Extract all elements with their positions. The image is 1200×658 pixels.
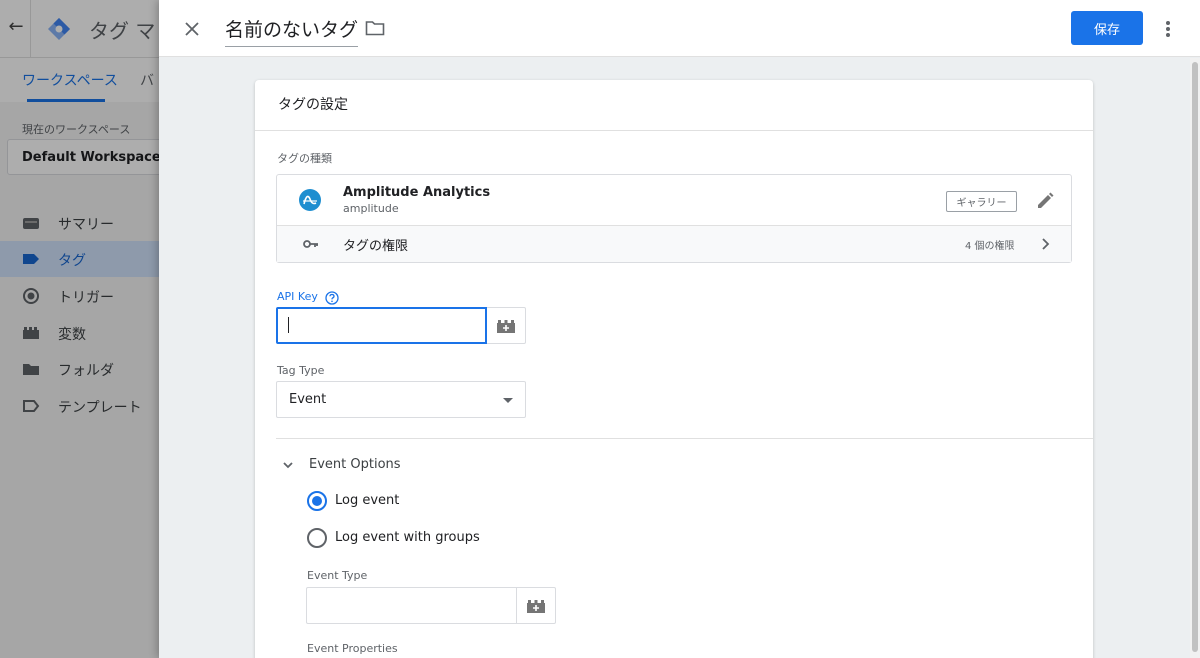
help-icon[interactable] <box>325 291 339 305</box>
radio-log-event[interactable] <box>307 491 327 511</box>
tag-type-field-label: Tag Type <box>277 364 325 377</box>
api-key-field-wrap <box>276 307 487 344</box>
radio-label[interactable]: Log event with groups <box>335 530 480 545</box>
tag-type-select-value: Event <box>289 392 327 407</box>
dropdown-arrow-icon <box>503 398 513 403</box>
tag-name-field[interactable]: 名前のないタグ <box>225 15 359 47</box>
tag-config-card: タグの設定 タグの種類 Amplitude Analytics amplitud… <box>255 80 1093 658</box>
key-icon <box>303 240 318 248</box>
divider <box>255 130 1093 131</box>
event-options-title[interactable]: Event Options <box>309 457 401 472</box>
permissions-label: タグの権限 <box>343 239 409 254</box>
amplitude-logo-icon <box>299 189 321 211</box>
insert-variable-button[interactable] <box>517 587 556 624</box>
variable-icon <box>527 600 545 613</box>
tag-type-name: Amplitude Analytics <box>343 185 491 200</box>
folder-icon[interactable] <box>365 20 385 36</box>
radio-label[interactable]: Log event <box>335 493 399 508</box>
save-button[interactable]: 保存 <box>1071 11 1143 45</box>
tag-type-select[interactable]: Event <box>276 381 526 418</box>
edit-icon[interactable] <box>1035 191 1055 211</box>
card-title: タグの設定 <box>278 97 348 113</box>
variable-icon <box>497 320 515 333</box>
chevron-right-icon <box>1042 238 1050 250</box>
chevron-down-icon[interactable] <box>281 458 295 472</box>
api-key-input[interactable] <box>276 307 487 344</box>
api-key-label: API Key <box>277 290 318 303</box>
drawer-header: 名前のないタグ 保存 <box>159 0 1200 57</box>
close-icon[interactable] <box>179 16 205 42</box>
tag-type-id: amplitude <box>343 202 399 215</box>
radio-log-event-with-groups[interactable] <box>307 528 327 548</box>
more-vert-icon[interactable] <box>1159 16 1177 42</box>
gallery-button[interactable]: ギャラリー <box>946 191 1017 212</box>
insert-variable-button[interactable] <box>487 307 526 344</box>
scrollbar-thumb[interactable] <box>1192 62 1198 652</box>
event-properties-label: Event Properties <box>307 642 398 655</box>
permissions-count: 4 個の権限 <box>965 241 1015 252</box>
text-caret <box>288 317 289 333</box>
event-type-input[interactable] <box>306 587 517 624</box>
tag-permissions-row[interactable]: タグの権限 4 個の権限 <box>277 226 1071 262</box>
event-type-label: Event Type <box>307 569 368 582</box>
tag-type-box[interactable]: Amplitude Analytics amplitude ギャラリー タグの権… <box>276 174 1072 263</box>
tag-editor-drawer: 名前のないタグ 保存 タグの設定 タグの種類 Amplitude Analyti… <box>159 0 1200 658</box>
tag-type-section-label: タグの種類 <box>277 152 332 165</box>
divider <box>276 438 1093 439</box>
scrollbar[interactable] <box>1190 58 1200 658</box>
